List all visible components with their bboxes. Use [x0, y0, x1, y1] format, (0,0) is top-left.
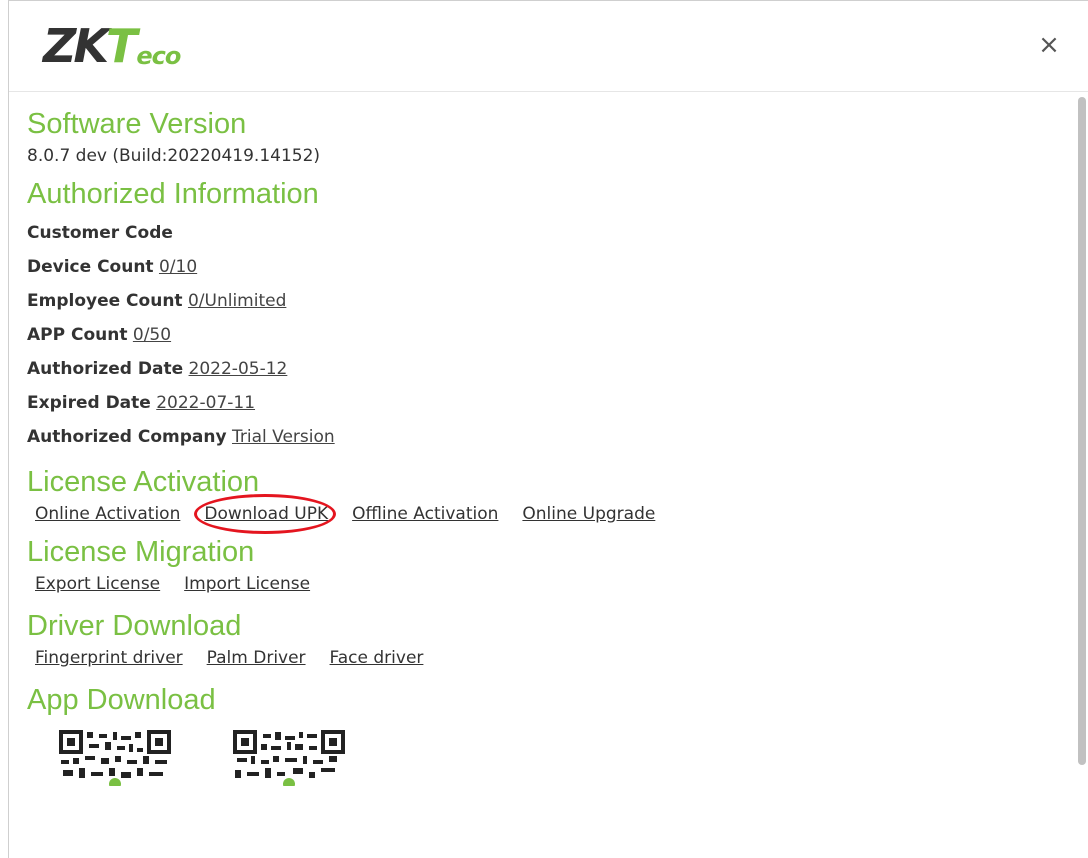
info-row-device-count: Device Count 0/10 [27, 257, 198, 277]
fingerprint-driver-link[interactable]: Fingerprint driver [35, 644, 183, 672]
authorized-information-title: Authorized Information [27, 178, 319, 210]
info-row-authorized-date: Authorized Date 2022-05-12 [27, 359, 288, 379]
license-migration-links: Export License Import License [27, 570, 1073, 598]
logo-zk: ZK [43, 19, 109, 73]
info-row-customer-code: Customer Code [27, 223, 173, 243]
license-migration-title: License Migration [27, 536, 255, 568]
logo-eco: eco [136, 42, 181, 70]
face-driver-link[interactable]: Face driver [330, 644, 424, 672]
close-icon[interactable]: × [1035, 31, 1063, 59]
info-row-employee-count: Employee Count 0/Unlimited [27, 291, 287, 311]
export-license-link[interactable]: Export License [35, 570, 160, 598]
logo-t: T [106, 19, 137, 73]
app-qr-codes [27, 726, 1073, 786]
qr-code-icon[interactable] [231, 726, 347, 786]
info-row-app-count: APP Count 0/50 [27, 325, 172, 345]
download-upk-highlight: Download UPK [194, 494, 337, 534]
palm-driver-link[interactable]: Palm Driver [207, 644, 306, 672]
dialog-header: ZKT eco × [9, 1, 1088, 92]
dialog-content: Software Version 8.0.7 dev (Build:202204… [9, 92, 1073, 858]
authorized-info-list: Customer Code Device Count 0/10 Employee… [27, 216, 1073, 454]
import-license-link[interactable]: Import License [184, 570, 310, 598]
driver-download-links: Fingerprint driver Palm Driver Face driv… [27, 644, 1073, 672]
offline-activation-link[interactable]: Offline Activation [352, 500, 498, 528]
license-activation-links: Online Activation Download UPK Offline A… [27, 494, 1073, 534]
software-version-title: Software Version [27, 108, 247, 140]
license-activation-title: License Activation [27, 466, 260, 498]
download-upk-link[interactable]: Download UPK [204, 504, 328, 524]
qr-code-icon[interactable] [57, 726, 173, 786]
online-upgrade-link[interactable]: Online Upgrade [522, 500, 655, 528]
info-row-expired-date: Expired Date 2022-07-11 [27, 393, 256, 413]
info-row-authorized-company: Authorized Company Trial Version [27, 427, 335, 447]
app-download-title: App Download [27, 684, 216, 716]
scrollbar-thumb[interactable] [1078, 97, 1086, 765]
software-version-value: 8.0.7 dev (Build:20220419.14152) [27, 146, 321, 166]
zkteco-logo: ZKT eco [43, 19, 181, 73]
driver-download-title: Driver Download [27, 610, 242, 642]
about-dialog: ZKT eco × Software Version 8.0.7 dev (Bui… [8, 0, 1088, 858]
online-activation-link[interactable]: Online Activation [35, 500, 180, 528]
